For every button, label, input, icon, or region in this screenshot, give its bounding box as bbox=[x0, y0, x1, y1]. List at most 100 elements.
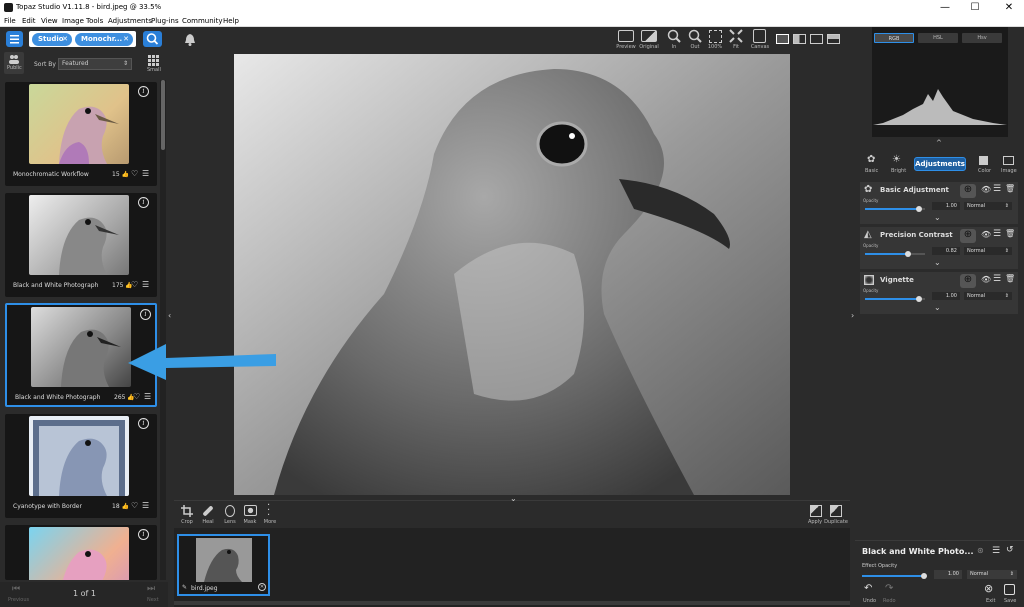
effect-opacity-slider[interactable] bbox=[862, 573, 927, 579]
menu-adjustments[interactable]: Adjustments bbox=[108, 17, 152, 25]
histogram-tab-hsv[interactable]: Hsv bbox=[962, 33, 1002, 43]
previous-icon[interactable]: ⏮ bbox=[12, 584, 20, 594]
opacity-slider[interactable] bbox=[865, 296, 925, 302]
visibility-icon[interactable]: 👁 bbox=[981, 230, 991, 239]
search-button[interactable] bbox=[143, 31, 162, 47]
slider-knob[interactable] bbox=[916, 206, 922, 212]
duplicate-icon[interactable] bbox=[830, 505, 842, 517]
filmstrip-item[interactable]: ✎ bird.jpeg ✕ bbox=[177, 534, 270, 596]
menu-tools[interactable]: Tools bbox=[86, 17, 103, 25]
slider-knob[interactable] bbox=[905, 251, 912, 257]
menu-image[interactable]: Image bbox=[62, 17, 84, 25]
side-by-side-icon[interactable] bbox=[810, 34, 823, 44]
mask-adjustment-button[interactable]: ⊕ bbox=[960, 184, 976, 198]
color-icon[interactable] bbox=[979, 156, 988, 165]
exit-icon[interactable]: ⊗ bbox=[984, 582, 993, 595]
reset-icon[interactable]: ↺ bbox=[1006, 545, 1014, 555]
collapse-bottom-icon[interactable]: ⌄ bbox=[510, 494, 517, 503]
filmstrip-scrollbar[interactable] bbox=[174, 601, 850, 605]
single-view-icon[interactable] bbox=[776, 34, 789, 44]
heart-icon[interactable]: ♡ bbox=[131, 169, 138, 178]
basic-icon[interactable]: ✿ bbox=[867, 154, 875, 165]
mask-icon[interactable] bbox=[244, 505, 257, 516]
info-icon[interactable]: i bbox=[138, 86, 149, 97]
menu-edit[interactable]: Edit bbox=[22, 17, 36, 25]
opacity-value[interactable]: 1.00 bbox=[932, 292, 960, 300]
menu-view[interactable]: View bbox=[41, 17, 58, 25]
effect-blend-dropdown[interactable]: Normal ⇕ bbox=[967, 570, 1017, 579]
menu-plugins[interactable]: Plug-ins bbox=[151, 17, 179, 25]
heart-icon[interactable]: ♡ bbox=[131, 280, 138, 289]
mask-adjustment-button[interactable]: ⊕ bbox=[960, 274, 976, 288]
collapse-left-icon[interactable]: ‹ bbox=[168, 311, 171, 320]
card-menu-icon[interactable]: ☰ bbox=[142, 280, 149, 289]
expand-icon[interactable]: ⌄ bbox=[934, 303, 941, 312]
original-icon[interactable] bbox=[641, 30, 657, 42]
trash-icon[interactable]: 🗑 bbox=[1005, 274, 1015, 283]
minimize-button[interactable]: — bbox=[930, 0, 960, 16]
public-button[interactable]: Public bbox=[4, 52, 24, 74]
mask-adjustment-button[interactable]: ⊕ bbox=[960, 229, 976, 243]
visibility-icon[interactable]: 👁 bbox=[981, 275, 991, 284]
effect-mask-icon[interactable]: ⊛ bbox=[977, 546, 984, 555]
blend-mode-dropdown[interactable]: Normal ⇕ bbox=[964, 202, 1012, 210]
adjustment-menu-icon[interactable]: ☰ bbox=[993, 274, 1001, 284]
close-file-icon[interactable]: ✕ bbox=[258, 583, 266, 591]
save-icon[interactable] bbox=[1004, 584, 1015, 595]
visibility-icon[interactable]: 👁 bbox=[981, 185, 991, 194]
menu-community[interactable]: Community bbox=[182, 17, 223, 25]
remove-filter-icon[interactable]: ✕ bbox=[123, 33, 129, 46]
hamburger-menu-button[interactable] bbox=[6, 31, 23, 47]
trash-icon[interactable]: 🗑 bbox=[1005, 229, 1015, 238]
small-view-button[interactable]: Small bbox=[145, 54, 163, 74]
maximize-button[interactable]: ☐ bbox=[960, 0, 990, 16]
filter-bar[interactable]: Studio ✕ Monochr... ✕ bbox=[29, 31, 136, 47]
next-icon[interactable]: ⏭ bbox=[147, 584, 155, 594]
close-button[interactable]: ✕ bbox=[994, 0, 1024, 16]
effect-card[interactable]: i Monochromatic Workflow 15 👍 ♡ ☰ bbox=[5, 82, 157, 186]
effect-card[interactable]: i Cyanotype with Border 18 👍 ♡ ☰ bbox=[5, 414, 157, 518]
redo-icon[interactable]: ↷ bbox=[885, 583, 893, 594]
info-icon[interactable]: i bbox=[138, 197, 149, 208]
slider-knob[interactable] bbox=[916, 296, 922, 302]
adjustment-menu-icon[interactable]: ☰ bbox=[993, 229, 1001, 239]
filter-chip-studio[interactable]: Studio ✕ bbox=[32, 33, 72, 46]
fit-icon[interactable] bbox=[729, 29, 743, 43]
tab-adjustments[interactable]: Adjustments bbox=[914, 157, 966, 171]
info-icon[interactable]: i bbox=[140, 309, 151, 320]
scrollbar-thumb[interactable] bbox=[161, 80, 165, 150]
scrollbar[interactable] bbox=[160, 80, 166, 580]
zoom-100-icon[interactable] bbox=[709, 30, 722, 43]
more-icon[interactable]: · · · bbox=[267, 501, 270, 521]
sort-dropdown[interactable]: Featured ⇕ bbox=[58, 58, 132, 70]
collapse-histogram-icon[interactable]: ^ bbox=[936, 139, 942, 147]
histogram-tab-hsl[interactable]: HSL bbox=[918, 33, 958, 43]
main-image[interactable] bbox=[234, 54, 790, 495]
adjustment-precision-contrast[interactable]: ◭ Precision Contrast ⊕ 👁 ☰ 🗑 Opacity 0.8… bbox=[860, 227, 1018, 269]
remove-filter-icon[interactable]: ✕ bbox=[62, 33, 68, 46]
filter-chip-monochrome[interactable]: Monochr... ✕ bbox=[75, 33, 133, 46]
menu-help[interactable]: Help bbox=[223, 17, 239, 25]
horizontal-split-icon[interactable] bbox=[827, 34, 840, 44]
opacity-slider[interactable] bbox=[865, 206, 925, 212]
blend-mode-dropdown[interactable]: Normal ⇕ bbox=[964, 247, 1012, 255]
blend-mode-dropdown[interactable]: Normal ⇕ bbox=[964, 292, 1012, 300]
card-menu-icon[interactable]: ☰ bbox=[142, 501, 149, 510]
menu-file[interactable]: File bbox=[4, 17, 16, 25]
expand-icon[interactable]: ⌄ bbox=[934, 258, 941, 267]
effect-opacity-value[interactable]: 1.00 bbox=[934, 570, 962, 579]
card-menu-icon[interactable]: ☰ bbox=[144, 392, 151, 401]
opacity-slider[interactable] bbox=[865, 251, 925, 257]
split-view-icon[interactable] bbox=[793, 34, 806, 44]
histogram-tab-rgb[interactable]: RGB bbox=[874, 33, 914, 43]
info-icon[interactable]: i bbox=[138, 418, 149, 429]
canvas-icon[interactable] bbox=[753, 29, 766, 43]
heart-icon[interactable]: ♡ bbox=[133, 392, 140, 401]
trash-icon[interactable]: 🗑 bbox=[1005, 184, 1015, 193]
effect-card[interactable]: i Black and White Photograph 175 👍 ♡ ☰ bbox=[5, 193, 157, 297]
undo-icon[interactable]: ↶ bbox=[864, 583, 872, 594]
heart-icon[interactable]: ♡ bbox=[131, 501, 138, 510]
image-icon[interactable] bbox=[1003, 156, 1014, 165]
effect-menu-icon[interactable]: ☰ bbox=[992, 546, 1000, 556]
collapse-right-icon[interactable]: › bbox=[851, 311, 854, 320]
